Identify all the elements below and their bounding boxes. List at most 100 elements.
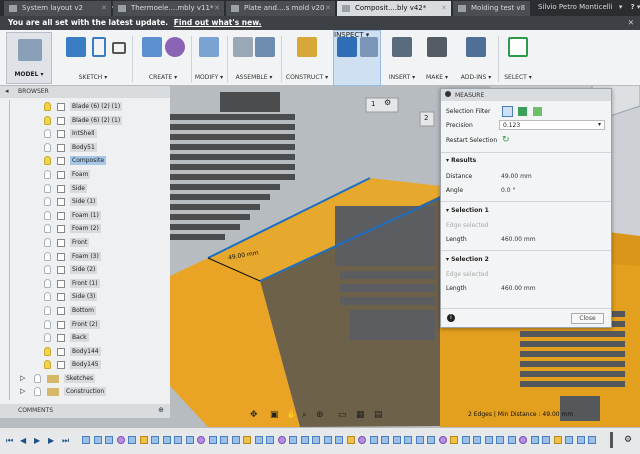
timeline-feature-icon[interactable] (427, 436, 435, 444)
tab-plate-mold[interactable]: Plate and....s mold v20 ✕ (226, 1, 336, 16)
timeline-settings-icon[interactable]: ⚙ (624, 435, 632, 445)
browser-header[interactable]: ◂ BROWSER (0, 86, 170, 98)
timeline-feature-icon[interactable] (519, 436, 527, 444)
insert-group[interactable]: INSERT ▾ (385, 30, 419, 86)
tab-composite-assembly[interactable]: Composit....bly v42* ✕ (337, 1, 452, 16)
browser-item[interactable]: Foam (3) (44, 251, 114, 263)
visibility-icon[interactable] (44, 224, 51, 234)
tab-thermoelectric-assembly[interactable]: Thermoele....mbly v11* ✕ (113, 1, 225, 16)
timeline-feature-icon[interactable] (128, 436, 136, 444)
expand-icon[interactable]: ▷ (20, 387, 25, 395)
user-menu[interactable]: Silvio Petro Monticelli ▾ ? ▾ (538, 3, 640, 11)
timeline-feature-icon[interactable] (116, 436, 125, 444)
whats-new-link[interactable]: Find out what's new. (174, 18, 262, 27)
visibility-icon[interactable] (44, 197, 51, 207)
timeline-feature-icon[interactable] (358, 436, 366, 444)
timeline-feature-icon[interactable] (369, 436, 378, 444)
filter-face-icon[interactable] (518, 107, 527, 116)
select-group[interactable]: SELECT ▾ (500, 30, 536, 86)
timeline-feature-icon[interactable] (289, 436, 297, 444)
comments-panel[interactable]: COMMENTS ⊕ (0, 404, 170, 418)
timeline-feature-icon[interactable] (151, 436, 159, 444)
visibility-icon[interactable] (44, 115, 51, 125)
timeline-feature-icon[interactable] (174, 436, 182, 444)
add-comment-icon[interactable]: ⊕ (158, 406, 164, 414)
timeline-feature-icon[interactable] (565, 436, 573, 444)
timeline-feature-icon[interactable] (220, 436, 228, 444)
visibility-icon[interactable] (44, 306, 51, 315)
close-button[interactable]: Close (571, 313, 604, 324)
expand-icon[interactable]: ▷ (20, 374, 25, 382)
tab-molding-test[interactable]: Molding test v8 ✕ (453, 1, 531, 16)
browser-item[interactable]: Side (2) (44, 264, 114, 276)
browser-item[interactable]: Body144 (44, 346, 114, 358)
browser-item[interactable]: IntShell (44, 128, 114, 140)
timeline-feature-icon[interactable] (254, 436, 263, 444)
browser-item[interactable]: Composite (44, 155, 114, 167)
browser-item[interactable]: Foam (2) (44, 223, 114, 235)
browser-item[interactable]: Blade (6) (2) (1) (44, 101, 123, 113)
close-tab-icon[interactable]: ✕ (214, 4, 220, 12)
orbit-icon[interactable]: ✥ (250, 410, 258, 420)
browser-item[interactable]: Back (44, 332, 114, 344)
timeline-feature-icon[interactable] (473, 436, 481, 444)
close-tab-icon[interactable]: ✕ (520, 4, 526, 12)
timeline-feature-icon[interactable] (461, 436, 470, 444)
folder-sketches[interactable]: Sketches (64, 374, 96, 383)
filter-body-icon[interactable] (533, 107, 542, 116)
timeline-feature-icon[interactable] (162, 436, 171, 444)
timeline-feature-icon[interactable] (208, 436, 217, 444)
visibility-icon[interactable] (44, 346, 51, 356)
timeline-feature-icon[interactable] (415, 436, 424, 444)
sketch-group[interactable]: SKETCH ▾ (58, 30, 128, 86)
visibility-icon[interactable] (44, 265, 51, 275)
timeline-marker[interactable] (610, 432, 613, 448)
close-icon[interactable]: ✕ (628, 18, 634, 27)
timeline-feature-icon[interactable] (392, 436, 401, 444)
browser-item[interactable]: Foam (1) (44, 210, 114, 222)
browser-item[interactable]: Side (44, 183, 114, 195)
timeline-feature-icon[interactable] (93, 436, 102, 444)
timeline-feature-icon[interactable] (335, 436, 343, 444)
zoom-icon[interactable]: ⌕ (302, 410, 307, 420)
timeline-feature-icon[interactable] (346, 436, 355, 444)
timeline-feature-icon[interactable] (312, 436, 320, 444)
zoom-window-icon[interactable]: ⊕ (316, 410, 324, 420)
make-group[interactable]: MAKE ▾ (422, 30, 452, 86)
go-to-start-icon[interactable]: ⏮ (6, 436, 13, 446)
browser-item[interactable]: Front (1) (44, 278, 114, 290)
visibility-icon[interactable] (44, 102, 51, 111)
timeline-feature-icon[interactable] (300, 436, 309, 444)
close-tab-icon[interactable]: ✕ (441, 4, 447, 12)
look-at-icon[interactable]: ▣ (270, 410, 279, 420)
visibility-icon[interactable] (44, 292, 51, 302)
visibility-icon[interactable] (44, 333, 51, 343)
browser-item[interactable]: Foam (44, 169, 114, 181)
timeline-feature-icon[interactable] (231, 436, 240, 444)
selection-1-section[interactable]: ▾ Selection 1 (446, 207, 489, 214)
timeline-feature-icon[interactable] (404, 436, 412, 444)
gear-icon[interactable]: ⚙ (384, 98, 391, 107)
timeline-feature-icon[interactable] (576, 436, 585, 444)
timeline-feature-icon[interactable] (484, 436, 493, 444)
display-settings-icon[interactable]: ▭ (338, 410, 347, 420)
collapse-icon[interactable]: ◂ (5, 87, 9, 95)
visibility-icon[interactable] (34, 387, 41, 396)
visibility-icon[interactable] (44, 251, 51, 261)
timeline-feature-icon[interactable] (277, 436, 286, 444)
timeline-feature-icon[interactable] (185, 436, 194, 444)
timeline-feature-icon[interactable] (530, 436, 539, 444)
browser-item[interactable]: Side (1) (44, 196, 114, 208)
modify-group[interactable]: MODIFY ▾ (194, 30, 224, 86)
go-to-end-icon[interactable]: ⏭ (62, 436, 69, 446)
close-tab-icon[interactable]: ✕ (325, 4, 331, 12)
timeline-feature-icon[interactable] (197, 436, 205, 444)
visibility-icon[interactable] (44, 319, 51, 329)
grid-settings-icon[interactable]: ▦ (356, 410, 365, 420)
viewports-icon[interactable]: ▤ (374, 410, 383, 420)
precision-select[interactable]: 0.123 ▾ (499, 120, 605, 130)
visibility-icon[interactable] (44, 210, 51, 220)
timeline-feature-icon[interactable] (542, 436, 550, 444)
browser-item[interactable]: Bottom (44, 305, 114, 317)
timeline-feature-icon[interactable] (323, 436, 332, 444)
